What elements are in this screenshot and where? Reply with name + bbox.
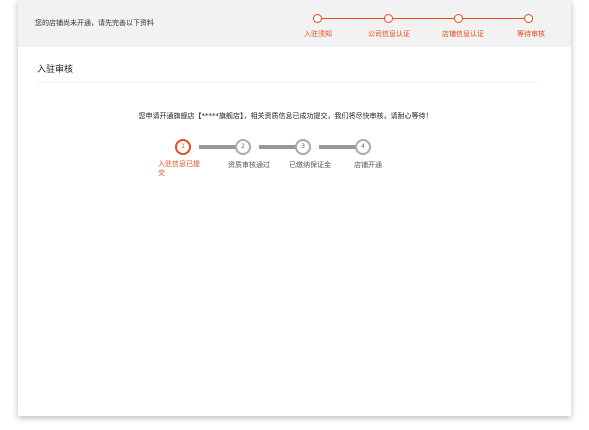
progress-line: [199, 145, 240, 149]
progress-step-3-icon: 3: [295, 139, 311, 155]
progress-line: [259, 145, 300, 149]
progress-step-2-label: 资质审核通过: [228, 161, 270, 169]
page-container: 您的店铺尚未开通，请先完善以下资料 入驻须知 公司信息认证 店铺信息认证 等待审…: [18, 0, 571, 416]
review-progress: 1 2 3 4 入驻信息已提交 资质审核通过 已缴纳保证金 店铺开通: [18, 0, 571, 416]
progress-step-1-label: 入驻信息已提交: [158, 160, 200, 177]
progress-step-3-label: 已缴纳保证金: [289, 161, 331, 169]
progress-step-4-icon: 4: [355, 139, 371, 155]
progress-line: [319, 145, 360, 149]
progress-step-2-icon: 2: [235, 139, 251, 155]
progress-step-1-icon: 1: [175, 139, 191, 155]
progress-step-4-label: 店铺开通: [354, 161, 382, 169]
